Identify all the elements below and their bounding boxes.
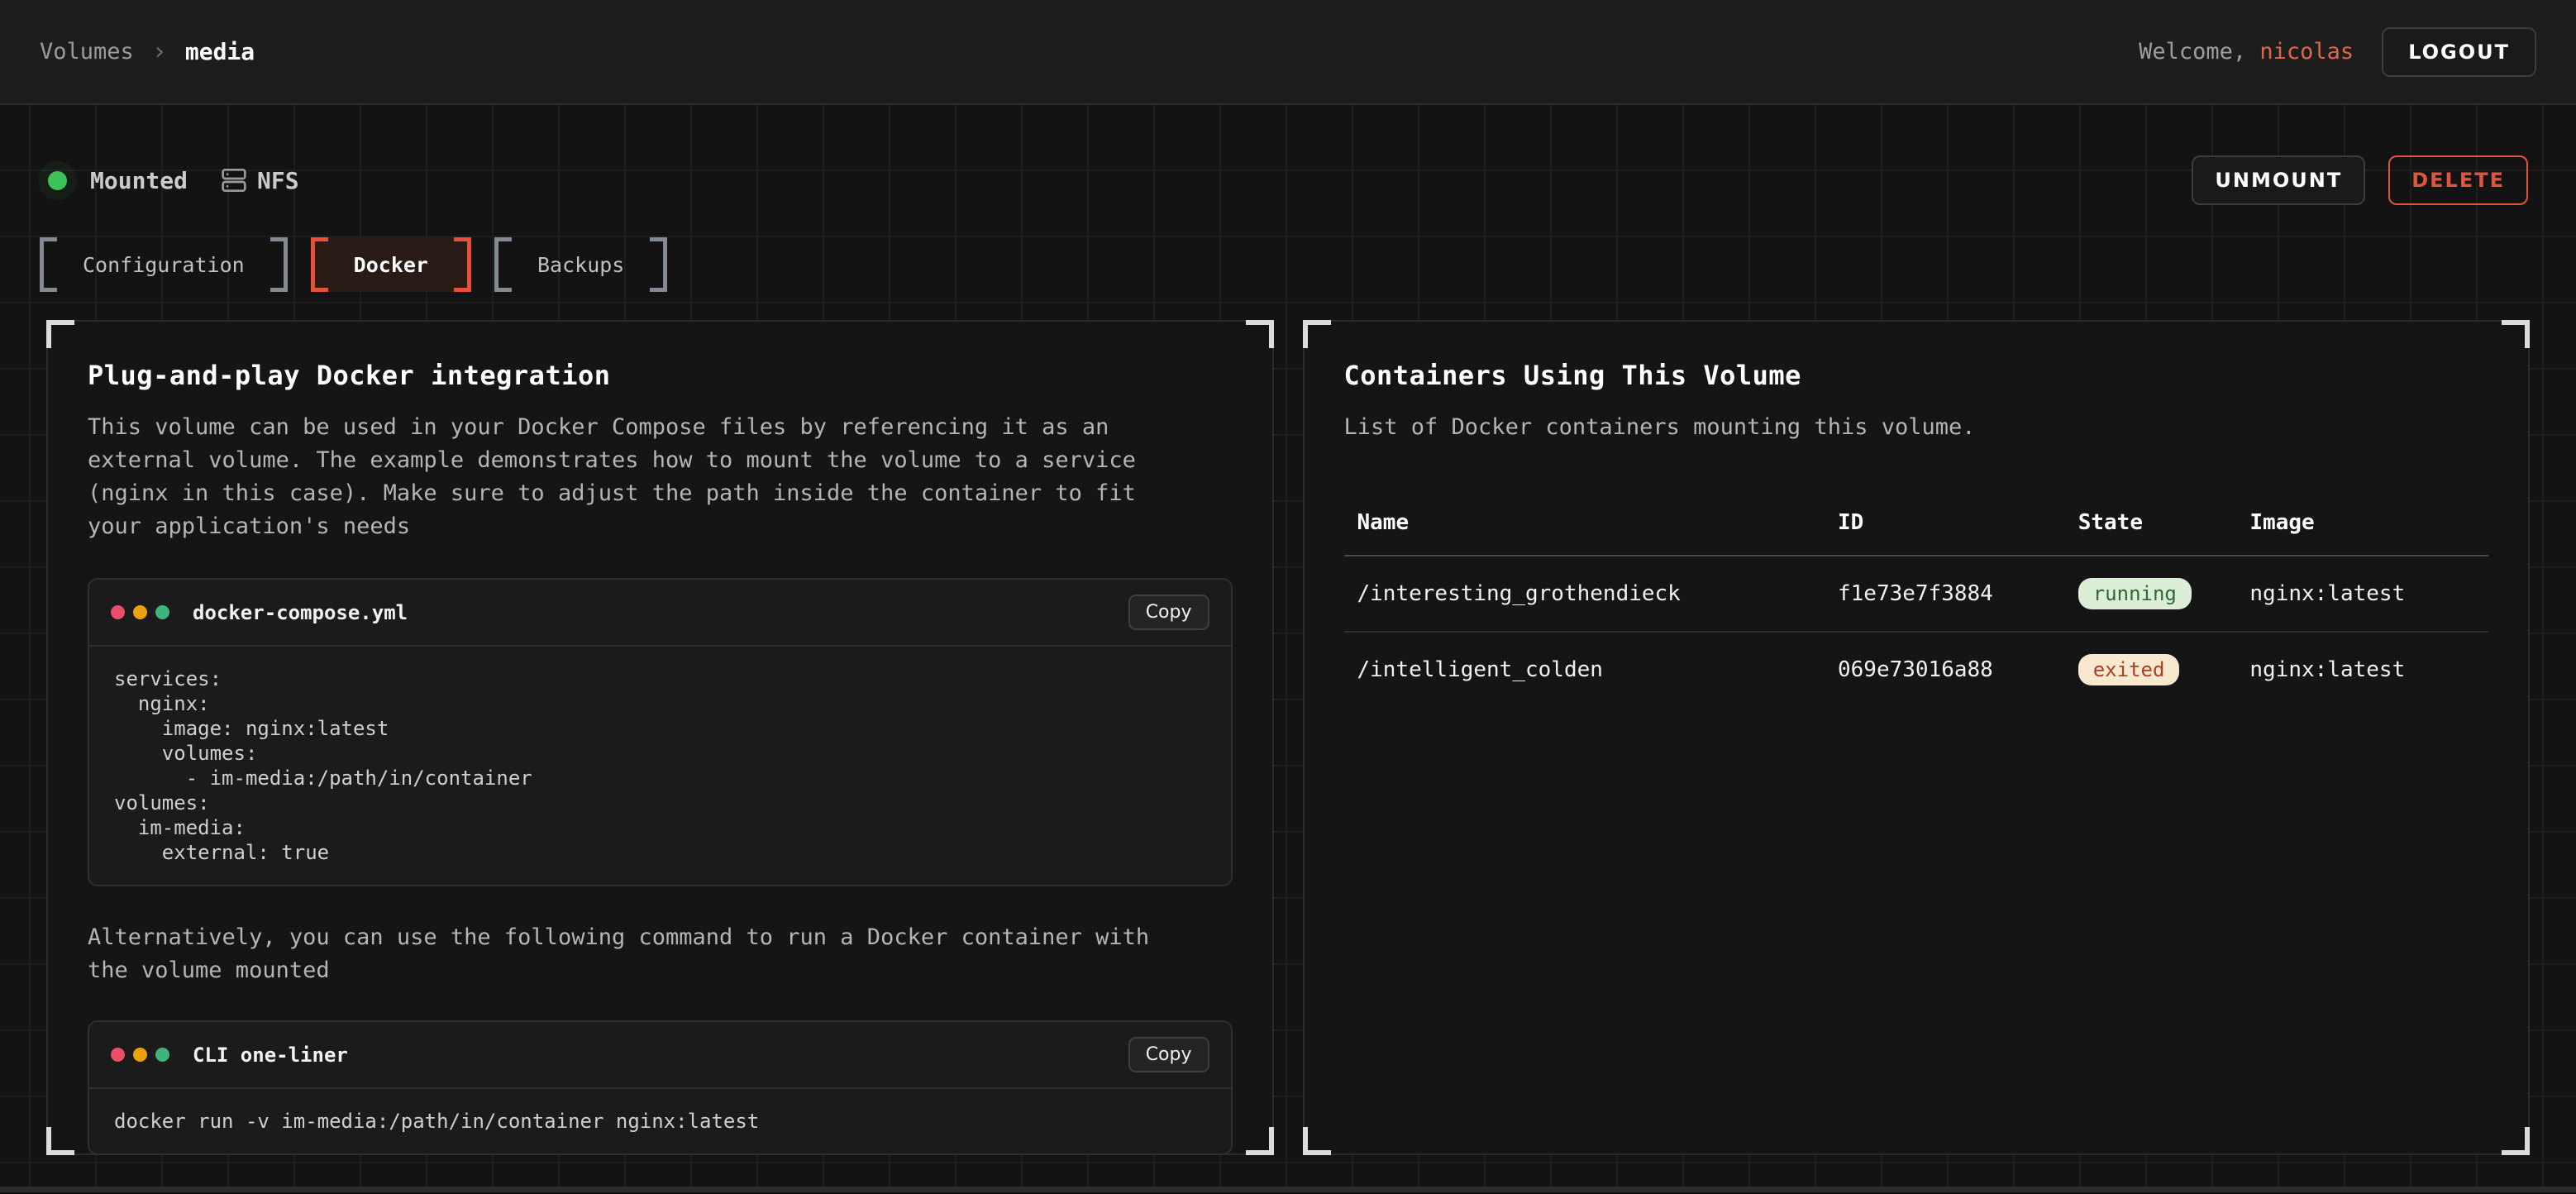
container-id: f1e73e7f3884 — [1825, 556, 2065, 632]
code-block-header: CLI one-liner Copy — [89, 1022, 1231, 1089]
panel-row: Plug-and-play Docker integration This vo… — [40, 320, 2536, 1155]
user-area: Welcome, nicolas LOGOUT — [2139, 27, 2536, 77]
cli-intro-text: Alternatively, you can use the following… — [88, 921, 1187, 987]
panel-title: Containers Using This Volume — [1344, 360, 2489, 391]
corner-accent — [1303, 320, 1331, 348]
panel-subtitle: List of Docker containers mounting this … — [1344, 411, 2444, 444]
copy-button[interactable]: Copy — [1128, 1037, 1209, 1072]
logout-button[interactable]: LOGOUT — [2382, 27, 2536, 77]
state-badge: running — [2078, 578, 2192, 609]
container-name: /intelligent_colden — [1344, 632, 1825, 707]
delete-button[interactable]: DELETE — [2388, 155, 2528, 205]
code-filename: CLI one-liner — [193, 1044, 348, 1067]
cli-code: docker run -v im-media:/path/in/containe… — [89, 1089, 1231, 1153]
container-image: nginx:latest — [2236, 556, 2488, 632]
chevron-right-icon: › — [152, 37, 167, 66]
container-id: 069e73016a88 — [1825, 632, 2065, 707]
corner-accent — [46, 320, 74, 348]
cli-code-block: CLI one-liner Copy docker run -v im-medi… — [88, 1020, 1233, 1155]
yellow-dot-icon — [133, 605, 147, 619]
server-icon — [221, 167, 247, 193]
mounted-status-dot-icon — [48, 171, 67, 190]
top-bar: Volumes › media Welcome, nicolas LOGOUT — [0, 0, 2576, 105]
tab-configuration[interactable]: Configuration — [40, 237, 288, 292]
column-header-id: ID — [1825, 495, 2065, 556]
docker-integration-panel: Plug-and-play Docker integration This vo… — [46, 320, 1274, 1155]
breadcrumb: Volumes › media — [40, 37, 255, 66]
tab-bar: Configuration Docker Backups — [40, 237, 2536, 292]
breadcrumb-volumes-link[interactable]: Volumes — [40, 39, 134, 64]
red-dot-icon — [111, 1048, 125, 1062]
corner-accent — [2502, 1127, 2530, 1155]
compose-code: services: nginx: image: nginx:latest vol… — [89, 647, 1231, 885]
corner-accent — [1246, 1127, 1274, 1155]
column-header-name: Name — [1344, 495, 1825, 556]
breadcrumb-current-volume: media — [185, 38, 255, 65]
mounted-status-label: Mounted — [90, 167, 188, 194]
bottom-edge-strip — [0, 1187, 2576, 1192]
volume-actions: UNMOUNT DELETE — [2192, 155, 2528, 205]
panel-title: Plug-and-play Docker integration — [88, 360, 1233, 391]
username: nicolas — [2259, 39, 2354, 64]
corner-accent — [1246, 320, 1274, 348]
driver-label: NFS — [257, 167, 299, 194]
table-header-row: Name ID State Image — [1344, 495, 2489, 556]
tab-docker[interactable]: Docker — [311, 237, 471, 292]
state-badge: exited — [2078, 654, 2180, 685]
corner-accent — [2502, 320, 2530, 348]
welcome-prefix: Welcome, — [2139, 39, 2259, 64]
unmount-button[interactable]: UNMOUNT — [2192, 155, 2365, 205]
containers-table: Name ID State Image /interesting_grothen… — [1344, 495, 2489, 707]
panel-description: This volume can be used in your Docker C… — [88, 411, 1187, 543]
corner-accent — [46, 1127, 74, 1155]
table-row: /interesting_grothendieck f1e73e7f3884 r… — [1344, 556, 2489, 632]
tab-backups[interactable]: Backups — [494, 237, 667, 292]
container-name: /interesting_grothendieck — [1344, 556, 1825, 632]
main-content: Mounted NFS UNMOUNT DELETE Configuration — [0, 105, 2576, 1192]
table-row: /intelligent_colden 069e73016a88 exited … — [1344, 632, 2489, 707]
welcome-text: Welcome, nicolas — [2139, 39, 2354, 64]
code-filename: docker-compose.yml — [193, 601, 408, 624]
status-row: Mounted NFS UNMOUNT DELETE — [40, 156, 2536, 204]
copy-button[interactable]: Copy — [1128, 595, 1209, 630]
containers-panel: Containers Using This Volume List of Doc… — [1303, 320, 2531, 1155]
column-header-image: Image — [2236, 495, 2488, 556]
traffic-light-icons — [111, 1048, 169, 1062]
green-dot-icon — [155, 605, 169, 619]
green-dot-icon — [155, 1048, 169, 1062]
driver-indicator: NFS — [221, 167, 299, 194]
corner-accent — [1303, 1127, 1331, 1155]
yellow-dot-icon — [133, 1048, 147, 1062]
compose-code-block: docker-compose.yml Copy services: nginx:… — [88, 578, 1233, 886]
red-dot-icon — [111, 605, 125, 619]
container-image: nginx:latest — [2236, 632, 2488, 707]
code-block-header: docker-compose.yml Copy — [89, 580, 1231, 647]
column-header-state: State — [2065, 495, 2237, 556]
traffic-light-icons — [111, 605, 169, 619]
